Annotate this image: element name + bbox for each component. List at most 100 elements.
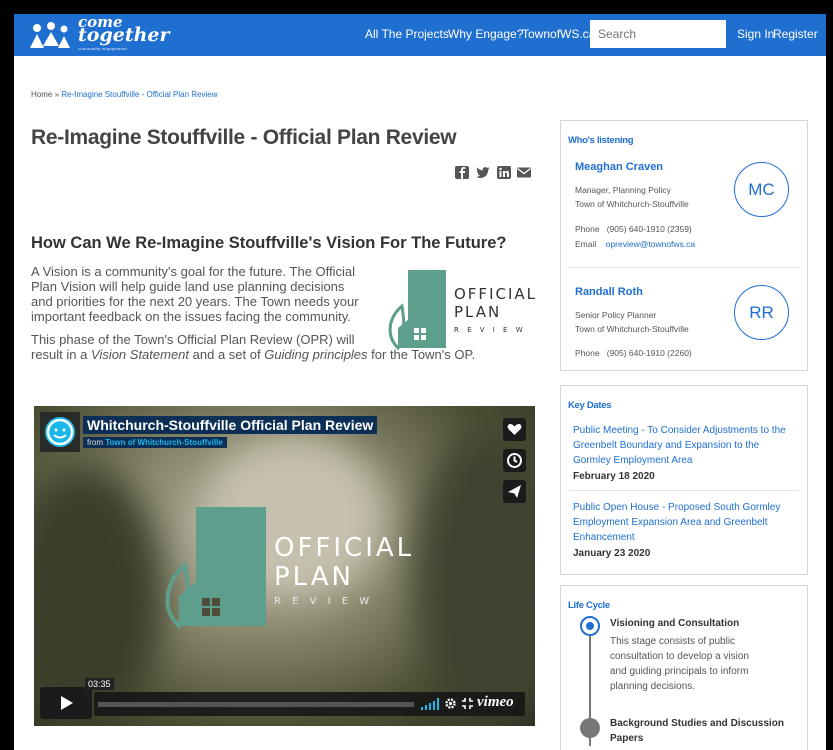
official-plan-review-logo: OFFICIAL PLAN R E V I E W bbox=[388, 270, 537, 351]
stage-active-icon bbox=[580, 616, 600, 636]
key-date-link-1[interactable]: Public Meeting - To Consider Adjustments… bbox=[573, 423, 801, 468]
key-date-2-line-2: Employment Expansion Area and Greenbelt bbox=[573, 517, 768, 528]
signin-link[interactable]: Sign In bbox=[737, 27, 774, 41]
email-link[interactable]: opreview@townofws.ca bbox=[606, 239, 695, 249]
search-input[interactable] bbox=[590, 20, 726, 48]
divider bbox=[569, 490, 799, 491]
contact-role-2: Senior Policy Planner bbox=[575, 310, 657, 320]
video-byline: from Town of Whitchurch-Stouffville bbox=[83, 437, 227, 448]
avatar: MC bbox=[734, 162, 789, 217]
heart-icon bbox=[507, 424, 522, 435]
email-label: Email bbox=[575, 239, 597, 249]
intro-line-3: and priorities for the next 20 years. Th… bbox=[31, 294, 359, 309]
phone-label: Phone bbox=[575, 348, 600, 358]
play-icon bbox=[61, 696, 73, 710]
stage-desc-line-1: This stage consists of public bbox=[610, 636, 736, 647]
progress-bar[interactable] bbox=[98, 702, 414, 707]
contact-org-2: Town of Whitchurch-Stouffville bbox=[575, 324, 689, 334]
opr-logo-word-official: OFFICIAL bbox=[454, 285, 537, 303]
life-cycle-card: Life Cycle Visioning and Consultation Th… bbox=[560, 585, 808, 750]
contact-org-1: Town of Whitchurch-Stouffville bbox=[575, 199, 689, 209]
logo-line2: together bbox=[78, 23, 170, 46]
key-date-2-line-1: Public Open House - Proposed South Gorml… bbox=[573, 502, 781, 513]
settings-gear-icon[interactable] bbox=[444, 697, 457, 710]
twitter-icon[interactable] bbox=[476, 166, 490, 179]
video-title[interactable]: Whitchurch-Stouffville Official Plan Rev… bbox=[83, 416, 378, 434]
section-heading: How Can We Re-Imagine Stouffville's Visi… bbox=[31, 234, 507, 252]
intro-line-2: Plan Vision will help guide land use pla… bbox=[31, 279, 345, 294]
nav-all-projects[interactable]: All The Projects bbox=[365, 27, 449, 41]
contact-phone-1: Phone (905) 640-1910 (2359) bbox=[575, 222, 692, 236]
video-logo-word-official: OFFICIAL bbox=[274, 533, 414, 563]
intro-line-1: A Vision is a community's goal for the f… bbox=[31, 264, 356, 279]
people-logo-icon bbox=[30, 22, 70, 48]
facebook-icon[interactable] bbox=[455, 166, 469, 179]
watch-later-button[interactable] bbox=[503, 449, 526, 472]
video-from-label: from bbox=[87, 438, 103, 447]
avatar: RR bbox=[734, 285, 789, 340]
key-date-1-date: February 18 2020 bbox=[573, 471, 655, 482]
contact-name-2: Randall Roth bbox=[575, 286, 643, 298]
phase-text-a: result in a bbox=[31, 347, 91, 362]
phone-label: Phone bbox=[575, 224, 600, 234]
whos-listening-heading: Who's listening bbox=[568, 135, 634, 146]
opr-logo-word-plan: PLAN bbox=[454, 303, 501, 321]
key-date-1-line-3: Gormley Employment Area bbox=[573, 455, 693, 466]
phone-number[interactable]: (905) 640-1910 (2359) bbox=[607, 224, 692, 234]
email-icon[interactable] bbox=[517, 166, 531, 179]
come-together-logo[interactable]: come together community engagement bbox=[28, 14, 170, 55]
contact-email-1: Email opreview@townofws.ca bbox=[575, 237, 695, 251]
volume-icon[interactable] bbox=[421, 698, 439, 710]
top-navbar: come together community engagement All T… bbox=[14, 14, 826, 56]
active-dot bbox=[586, 622, 594, 630]
paper-plane-icon bbox=[508, 485, 521, 498]
stage-title-2-line-2: Papers bbox=[610, 733, 644, 744]
vimeo-logo[interactable]: vimeo bbox=[477, 694, 514, 711]
fullscreen-icon[interactable] bbox=[461, 697, 474, 710]
stage-title-1: Visioning and Consultation bbox=[610, 618, 740, 629]
contact-phone-2: Phone (905) 640-1910 (2260) bbox=[575, 346, 692, 360]
linkedin-icon[interactable] bbox=[497, 166, 511, 179]
phone-number[interactable]: (905) 640-1910 (2260) bbox=[607, 348, 692, 358]
opr-logo-word-review: R E V I E W bbox=[454, 326, 526, 334]
whos-listening-card: Who's listening Meaghan Craven Manager, … bbox=[560, 120, 808, 371]
video-channel-link[interactable]: Town of Whitchurch-Stouffville bbox=[105, 438, 223, 447]
nav-townofws[interactable]: TownofWS.ca bbox=[522, 27, 595, 41]
stage-desc-line-4: planning decisions. bbox=[610, 681, 696, 692]
breadcrumb: Home » Re-Imagine Stouffville - Official… bbox=[31, 90, 217, 99]
phase-line-1: This phase of the Town's Official Plan R… bbox=[31, 332, 355, 347]
stage-pending-icon bbox=[580, 718, 600, 738]
breadcrumb-separator: » bbox=[54, 90, 60, 99]
logo-wordmark: come together community engagement bbox=[78, 14, 170, 55]
divider bbox=[569, 267, 799, 268]
page-frame: come together community engagement All T… bbox=[14, 14, 826, 750]
share-video-button[interactable] bbox=[503, 480, 526, 503]
video-logo-word-plan: PLAN bbox=[274, 562, 354, 592]
video-opr-logo: OFFICIAL PLAN R E V I E W bbox=[165, 507, 414, 630]
clock-icon bbox=[507, 453, 522, 468]
register-link[interactable]: Register bbox=[773, 27, 818, 41]
key-date-2-line-3: Enhancement bbox=[573, 532, 635, 543]
channel-avatar-icon[interactable] bbox=[40, 412, 80, 452]
contact-role-1: Manager, Planning Policy bbox=[575, 185, 671, 195]
key-date-1-line-2: Greenbelt Boundary and Expansion to the bbox=[573, 440, 760, 451]
key-date-link-2[interactable]: Public Open House - Proposed South Gorml… bbox=[573, 500, 801, 545]
stage-desc-line-2: consultation to develop a vision bbox=[610, 651, 749, 662]
play-button[interactable] bbox=[40, 687, 92, 719]
life-cycle-heading: Life Cycle bbox=[568, 600, 610, 611]
video-duration: 03:35 bbox=[85, 678, 114, 690]
guiding-principles-term: Guiding principles bbox=[264, 347, 368, 362]
stage-title-2-line-1: Background Studies and Discussion bbox=[610, 718, 784, 729]
phase-text-b: and a set of bbox=[189, 347, 265, 362]
contact-name-1: Meaghan Craven bbox=[575, 161, 664, 173]
like-button[interactable] bbox=[503, 418, 526, 441]
key-date-2-date: January 23 2020 bbox=[573, 548, 651, 559]
nav-why-engage[interactable]: Why Engage? bbox=[448, 27, 523, 41]
video-player[interactable]: OFFICIAL PLAN R E V I E W Whitchurch-Sto… bbox=[34, 406, 535, 726]
key-date-1-line-1: Public Meeting - To Consider Adjustments… bbox=[573, 425, 786, 436]
breadcrumb-home[interactable]: Home bbox=[31, 90, 52, 99]
intro-line-4: important feedback on the issues facing … bbox=[31, 309, 351, 324]
breadcrumb-current[interactable]: Re-Imagine Stouffville - Official Plan R… bbox=[61, 90, 217, 99]
vision-statement-term: Vision Statement bbox=[90, 347, 190, 362]
page-title: Re-Imagine Stouffville - Official Plan R… bbox=[31, 126, 457, 149]
